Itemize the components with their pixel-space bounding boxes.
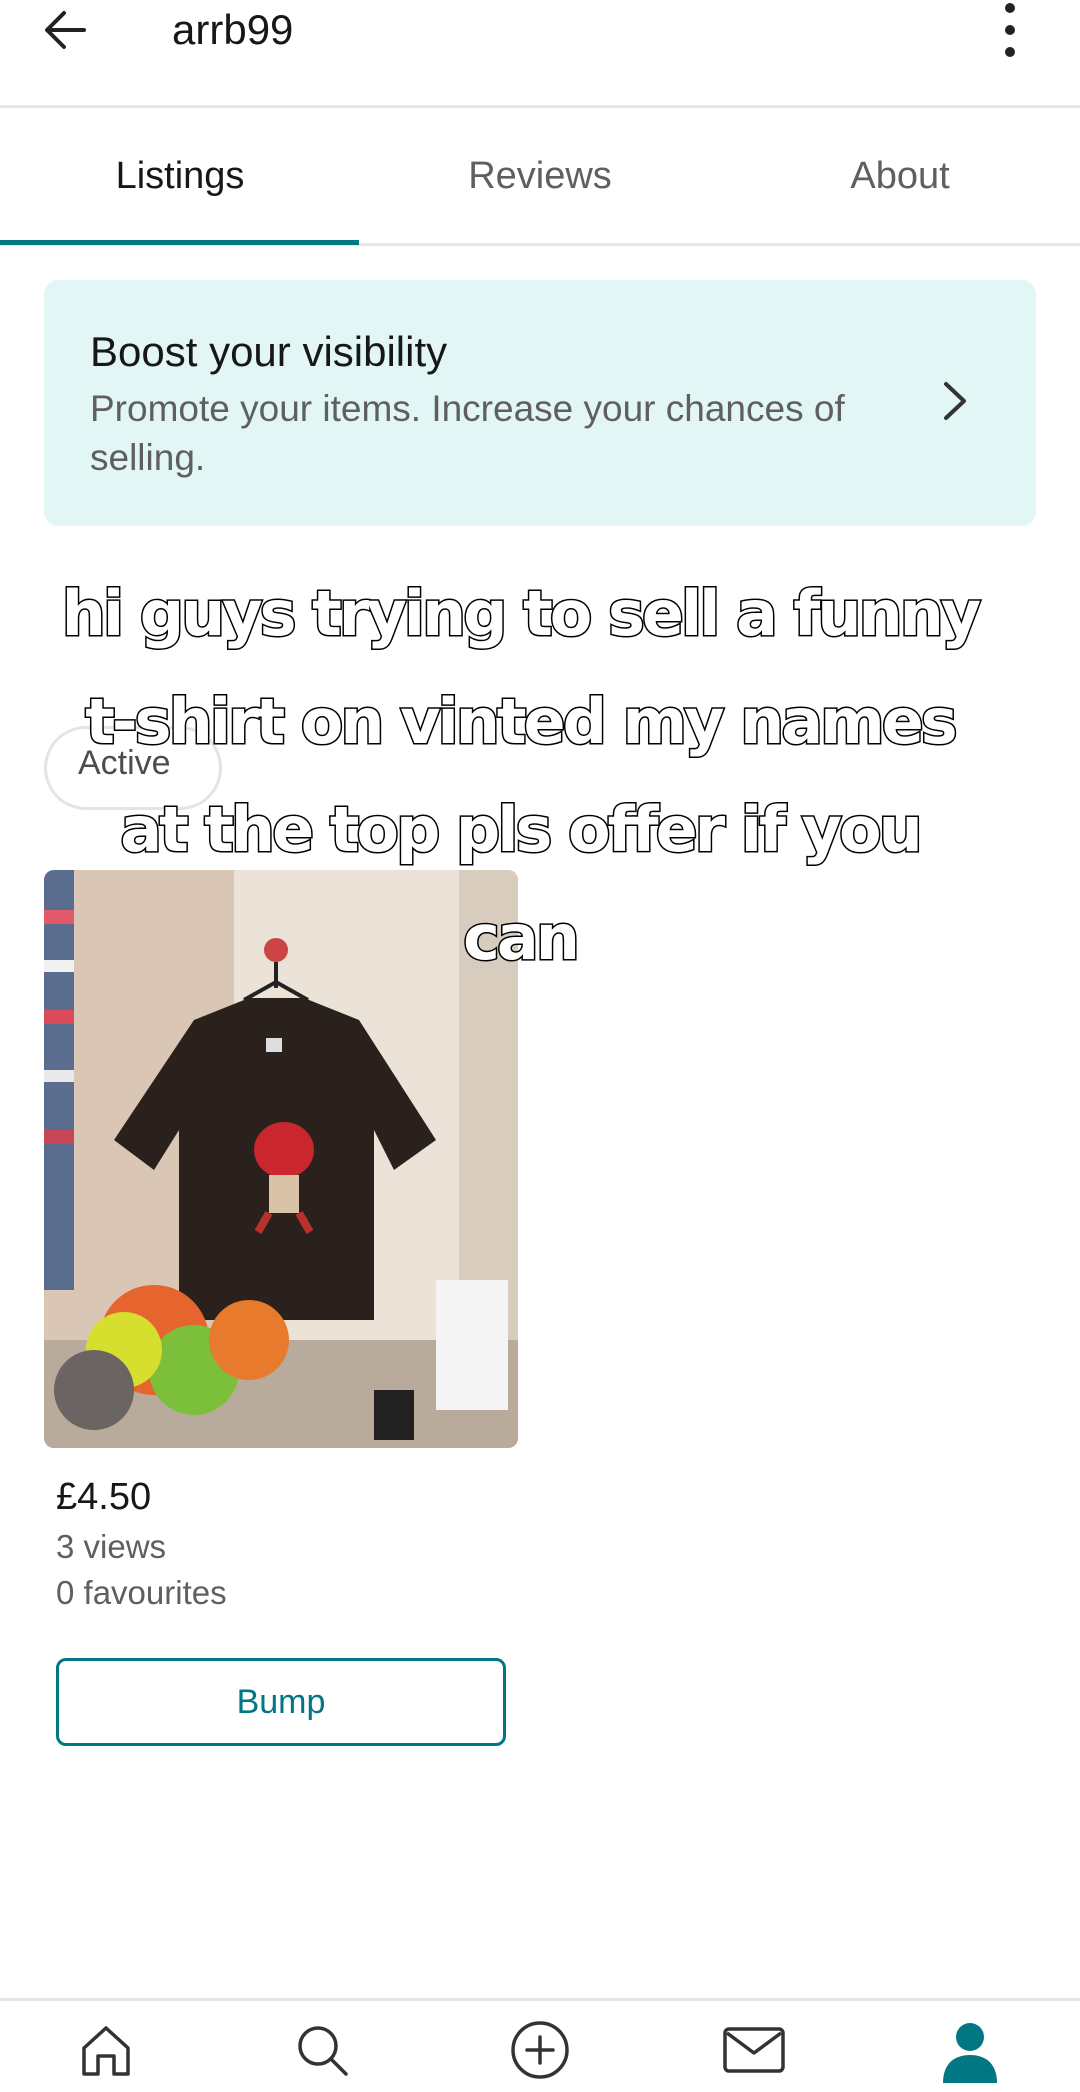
nav-search[interactable] <box>282 2015 362 2085</box>
plus-circle-icon <box>511 2021 569 2079</box>
more-options-button[interactable] <box>980 0 1040 60</box>
chevron-right-icon <box>944 382 966 420</box>
listing-favourites: 0 favourites <box>56 1574 227 1611</box>
tab-listings[interactable]: Listings <box>0 110 360 243</box>
tab-about[interactable]: About <box>720 110 1080 243</box>
user-icon <box>943 2023 997 2083</box>
more-vertical-icon <box>1005 3 1015 57</box>
profile-tabs: Listings Reviews About <box>0 110 1080 246</box>
top-bar: arrb99 <box>0 0 1080 108</box>
mail-icon <box>723 2027 785 2073</box>
bottom-navigation <box>0 1998 1080 2092</box>
caption-line: t-shirt on vinted my names <box>84 684 959 760</box>
boost-visibility-banner[interactable]: Boost your visibility Promote your items… <box>44 280 1036 526</box>
nav-home[interactable] <box>66 2015 146 2085</box>
caption-overlay: hi guys trying to sell a funny t-shirt o… <box>10 560 1030 992</box>
caption-line: hi guys trying to sell a funny <box>60 576 982 652</box>
nav-profile[interactable] <box>930 2015 1010 2085</box>
caption-line: can <box>462 900 582 976</box>
arrow-left-icon <box>45 11 86 49</box>
tab-reviews[interactable]: Reviews <box>360 110 720 243</box>
active-tab-indicator <box>0 240 359 245</box>
boost-description: Promote your items. Increase your chance… <box>90 388 845 478</box>
bump-button[interactable]: Bump <box>56 1658 506 1746</box>
boost-title: Boost your visibility <box>90 328 448 375</box>
nav-inbox[interactable] <box>714 2015 794 2085</box>
search-icon <box>298 2026 348 2076</box>
caption-line: at the top pls offer if you <box>119 792 925 868</box>
nav-sell[interactable] <box>500 2015 580 2085</box>
home-icon <box>82 2026 130 2076</box>
listing-views: 3 views <box>56 1528 167 1565</box>
profile-username: arrb99 <box>172 6 294 53</box>
listing-price: £4.50 <box>56 1476 152 1518</box>
back-button[interactable] <box>30 0 100 60</box>
